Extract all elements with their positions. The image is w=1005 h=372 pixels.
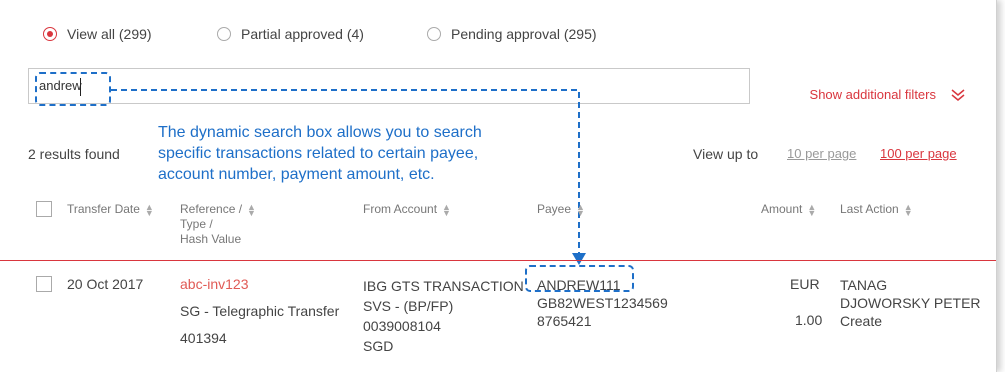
row-reference-link[interactable]: abc-inv123: [180, 276, 249, 292]
col-transfer-date-label: Transfer Date: [67, 202, 140, 216]
col-hash-label: Hash Value: [180, 232, 242, 246]
col-transfer-date[interactable]: Transfer Date ▲ ▼: [67, 201, 154, 218]
sort-icon: ▲ ▼: [144, 201, 154, 218]
col-payee[interactable]: Payee ▲ ▼: [537, 201, 585, 218]
col-reference-label: Reference /: [180, 202, 243, 216]
last-action-line: Create: [840, 313, 883, 329]
col-last-action[interactable]: Last Action ▲ ▼: [840, 201, 913, 218]
sort-icon: ▲ ▼: [442, 201, 451, 218]
annotation-line: account number, payment amount, etc.: [158, 166, 435, 183]
row-payee: ANDREW111 GB82WEST1234569 8765421: [537, 276, 668, 330]
from-account-line: SVS - (BP/FP): [363, 298, 454, 314]
sort-icon: ▲ ▼: [576, 201, 585, 218]
sort-icon: ▲ ▼: [903, 201, 913, 218]
annotation-line: The dynamic search box allows you to sea…: [158, 124, 482, 141]
col-amount-label: Amount: [761, 202, 803, 216]
per-page-100-link[interactable]: 100 per page: [880, 146, 957, 161]
row-currency: EUR: [790, 276, 820, 292]
sort-icon: ▲ ▼: [807, 201, 817, 218]
results-count: 2 results found: [28, 146, 120, 162]
last-action-line: TANAG: [840, 277, 888, 293]
row-from-account: IBG GTS TRANSACTION SVS - (BP/FP) 003900…: [363, 276, 524, 356]
payee-account: 8765421: [537, 313, 592, 329]
view-up-to-label: View up to: [693, 146, 759, 162]
col-reference[interactable]: Reference / ▲ ▼ Type / Hash Value: [180, 202, 256, 247]
row-type: SG - Telegraphic Transfer: [180, 303, 340, 319]
col-from-account[interactable]: From Account ▲ ▼: [363, 201, 451, 218]
col-from-account-label: From Account: [363, 202, 438, 216]
annotation-text: The dynamic search box allows you to sea…: [158, 122, 482, 185]
col-payee-label: Payee: [537, 202, 572, 216]
from-account-line: SGD: [363, 338, 394, 354]
from-account-line: 0039008104: [363, 318, 441, 334]
row-hash: 401394: [180, 330, 227, 346]
payee-account: GB82WEST1234569: [537, 295, 668, 311]
per-page-10-link[interactable]: 10 per page: [787, 146, 856, 161]
sort-icon: ▲ ▼: [247, 201, 256, 218]
from-account-line: IBG GTS TRANSACTION: [363, 278, 524, 294]
annotation-line: specific transactions related to certain…: [158, 145, 479, 162]
last-action-line: DJOWORSKY PETER: [840, 295, 981, 311]
payee-name: ANDREW111: [537, 277, 621, 293]
header-divider: [0, 260, 996, 261]
col-type-label: Type /: [180, 217, 213, 231]
row-transfer-date: 20 Oct 2017: [67, 276, 144, 292]
col-amount[interactable]: Amount ▲ ▼: [761, 201, 817, 218]
row-amount: 1.00: [795, 312, 823, 328]
row-last-action: TANAG DJOWORSKY PETER Create: [840, 276, 981, 330]
col-last-action-label: Last Action: [840, 202, 899, 216]
select-all-checkbox[interactable]: [36, 201, 52, 217]
transactions-panel: View all (299) Partial approved (4) Pend…: [0, 0, 997, 372]
row-checkbox[interactable]: [36, 276, 52, 292]
